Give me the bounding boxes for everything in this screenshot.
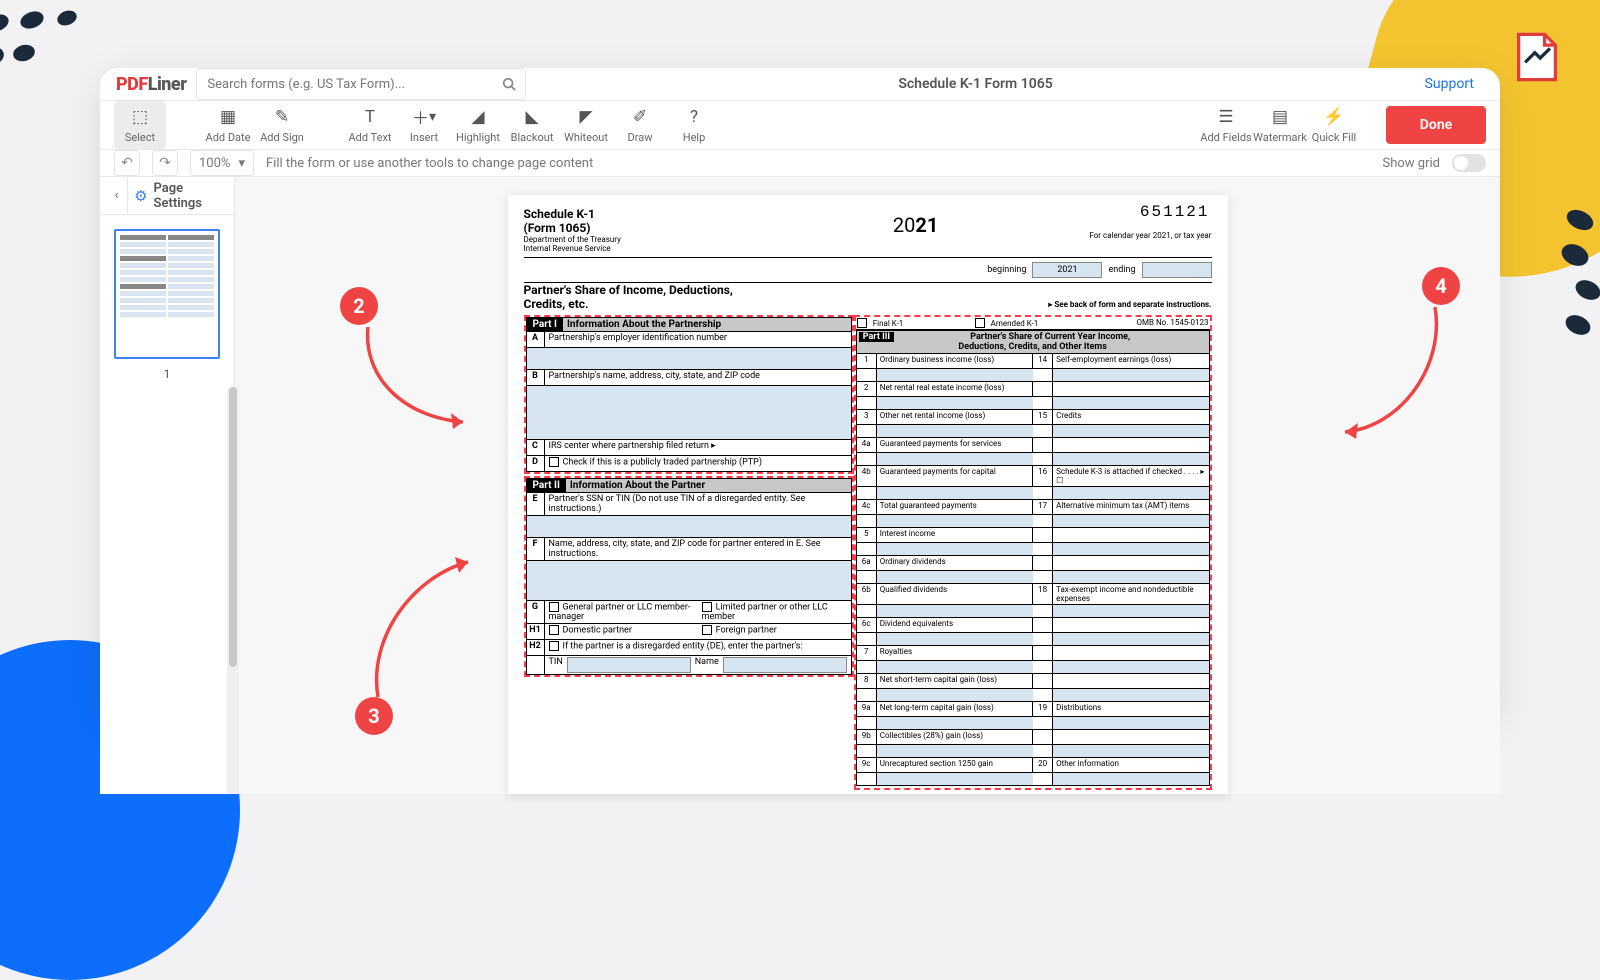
highlight-box-part3: Final K-1 Amended K-1 OMB No. 1545-0123 … bbox=[854, 315, 1212, 790]
thumb-page-number: 1 bbox=[114, 367, 220, 381]
highlight-box-part2: Part IIInformation About the Partner EPa… bbox=[524, 476, 854, 677]
cursor-icon: ⬚ bbox=[132, 107, 148, 127]
callout-4: 4 bbox=[1422, 267, 1460, 305]
help-icon: ? bbox=[690, 107, 698, 127]
page-thumbnail[interactable] bbox=[114, 229, 220, 359]
decoration-paint-right bbox=[1520, 200, 1600, 340]
chevron-down-icon: ▾ bbox=[238, 156, 245, 171]
field-E[interactable] bbox=[526, 516, 852, 538]
page-settings-label[interactable]: Page Settings bbox=[154, 181, 228, 211]
tool-insert[interactable]: ＋▾Insert bbox=[398, 101, 450, 149]
tool-select[interactable]: ⬚Select bbox=[114, 101, 166, 149]
app-window: PDFLiner Schedule K-1 Form 1065 Support … bbox=[100, 68, 1500, 720]
redo-button[interactable]: ↷ bbox=[152, 150, 178, 176]
toolbar: ⬚Select ▦Add Date ✎Add Sign TAdd Text ＋▾… bbox=[100, 101, 1500, 150]
arrow-4 bbox=[1330, 297, 1450, 447]
tool-blackout[interactable]: ◣Blackout bbox=[506, 101, 558, 149]
tool-add-fields[interactable]: ☰Add Fields bbox=[1200, 101, 1252, 149]
text-icon: T bbox=[365, 107, 375, 127]
tool-add-date[interactable]: ▦Add Date bbox=[202, 101, 254, 149]
field-A[interactable] bbox=[526, 348, 852, 370]
brand-corner-icon bbox=[1510, 30, 1564, 84]
callout-2: 2 bbox=[340, 287, 378, 325]
tool-help[interactable]: ?Help bbox=[668, 101, 720, 149]
arrow-2 bbox=[353, 317, 483, 437]
schedule-title: Schedule K-1 bbox=[524, 207, 854, 221]
field-B[interactable] bbox=[526, 386, 852, 440]
signature-icon: ✎ bbox=[275, 107, 289, 127]
whiteout-icon: ◤ bbox=[579, 107, 592, 127]
search-wrap bbox=[196, 68, 526, 100]
form-page[interactable]: 651121 Schedule K-1 (Form 1065) Departme… bbox=[508, 195, 1228, 794]
omb-number: OMB No. 1545-0123 bbox=[1092, 317, 1210, 329]
search-icon[interactable] bbox=[502, 76, 516, 95]
undo-button[interactable]: ↶ bbox=[114, 150, 140, 176]
done-button[interactable]: Done bbox=[1386, 106, 1486, 144]
tool-watermark[interactable]: ▤Watermark bbox=[1254, 101, 1306, 149]
calendar-icon: ▦ bbox=[220, 107, 236, 127]
subbar: ↶ ↷ 100%▾ Fill the form or use another t… bbox=[100, 150, 1500, 177]
irs-label: Internal Revenue Service bbox=[524, 244, 854, 253]
beginning-date-input[interactable]: 2021 bbox=[1032, 262, 1102, 278]
app-logo: PDFLiner bbox=[116, 74, 186, 95]
checkbox-ptp[interactable] bbox=[549, 457, 559, 467]
workspace: ‹ ⚙ Page Settings 1 651121 Sche bbox=[100, 177, 1500, 794]
tool-whiteout[interactable]: ◤Whiteout bbox=[560, 101, 612, 149]
watermark-icon: ▤ bbox=[1272, 107, 1288, 127]
tax-year: 2021 bbox=[854, 207, 978, 257]
show-grid-label: Show grid bbox=[1383, 156, 1440, 171]
sidebar-header: ‹ ⚙ Page Settings bbox=[100, 177, 234, 215]
show-grid-toggle[interactable] bbox=[1452, 154, 1486, 172]
draw-icon: ✐ bbox=[633, 107, 647, 127]
blackout-icon: ◣ bbox=[525, 107, 538, 127]
highlight-icon: ◢ bbox=[471, 107, 484, 127]
document-title: Schedule K-1 Form 1065 bbox=[536, 76, 1414, 92]
sidebar: ‹ ⚙ Page Settings 1 bbox=[100, 177, 235, 794]
plus-icon: ＋▾ bbox=[412, 107, 436, 127]
see-back-note: ▸ See back of form and separate instruct… bbox=[1048, 297, 1211, 309]
highlight-box-part1: Part IInformation About the Partnership … bbox=[524, 315, 854, 474]
sidebar-scrollbar[interactable] bbox=[227, 387, 239, 794]
ending-date-input[interactable] bbox=[1142, 262, 1212, 278]
bolt-icon: ⚡ bbox=[1323, 107, 1344, 127]
tool-highlight[interactable]: ◢Highlight bbox=[452, 101, 504, 149]
callout-3: 3 bbox=[355, 697, 393, 735]
gear-icon: ⚙ bbox=[134, 187, 147, 205]
sidebar-back-button[interactable]: ‹ bbox=[106, 177, 128, 214]
arrow-3 bbox=[363, 547, 483, 707]
dept-treasury: Department of the Treasury bbox=[524, 235, 854, 244]
form-no: (Form 1065) bbox=[524, 221, 854, 235]
tool-draw[interactable]: ✐Draw bbox=[614, 101, 666, 149]
tool-quick-fill[interactable]: ⚡Quick Fill bbox=[1308, 101, 1360, 149]
search-input[interactable] bbox=[196, 68, 526, 100]
tool-add-sign[interactable]: ✎Add Sign bbox=[256, 101, 308, 149]
fields-icon: ☰ bbox=[1218, 107, 1233, 127]
hint-text: Fill the form or use another tools to ch… bbox=[266, 156, 593, 171]
form-number: 651121 bbox=[1140, 203, 1210, 221]
zoom-dropdown[interactable]: 100%▾ bbox=[190, 150, 254, 176]
decoration-paint-tl bbox=[0, 8, 112, 88]
header-bar: PDFLiner Schedule K-1 Form 1065 Support bbox=[100, 68, 1500, 101]
tool-add-text[interactable]: TAdd Text bbox=[344, 101, 396, 149]
support-link[interactable]: Support bbox=[1425, 76, 1484, 92]
canvas[interactable]: 651121 Schedule K-1 (Form 1065) Departme… bbox=[235, 177, 1500, 794]
field-F[interactable] bbox=[526, 561, 852, 601]
